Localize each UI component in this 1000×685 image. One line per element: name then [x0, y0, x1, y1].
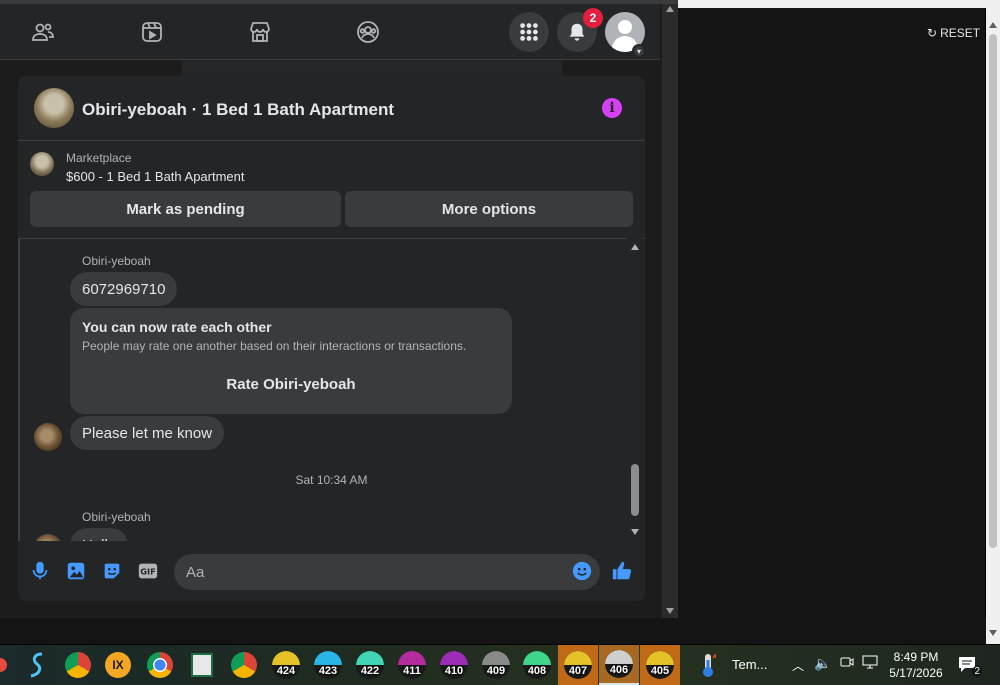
taskbar-gauge-406[interactable]: 406 — [599, 645, 639, 685]
sender-name-2: Obiri-yeboah — [82, 510, 151, 524]
volume-icon[interactable]: 🔈 — [814, 655, 831, 672]
taskbar-gauge-407[interactable]: 407 — [558, 645, 598, 685]
window-edge — [678, 0, 1000, 8]
taskbar-gauge-408[interactable]: 408 — [517, 645, 557, 685]
chat-window: Obiri-yeboah · 1 Bed 1 Bath Apartment i … — [18, 76, 645, 601]
reset-button[interactable]: ↻ RESET — [927, 26, 980, 40]
chat-scroll-thumb[interactable] — [631, 464, 639, 516]
notification-badge: 2 — [583, 8, 603, 28]
info-icon[interactable]: i — [602, 98, 622, 118]
chat-scroll-down-icon[interactable] — [631, 529, 639, 535]
message-timestamp: Sat 10:34 AM — [295, 473, 368, 487]
taskbar-gauge-411[interactable]: 411 — [392, 645, 432, 685]
chat-title[interactable]: Obiri-yeboah · 1 Bed 1 Bath Apartment — [82, 100, 394, 120]
clock-time: 8:49 PM — [893, 650, 939, 664]
listing-title[interactable]: $600 - 1 Bed 1 Bath Apartment — [66, 169, 245, 184]
taskbar-chrome-icon[interactable] — [140, 645, 180, 685]
marketplace-listing-bar: Marketplace $600 - 1 Bed 1 Bath Apartmen… — [18, 142, 645, 238]
emoji-icon[interactable] — [570, 559, 594, 583]
notifications-button[interactable]: 2 — [557, 8, 603, 52]
message-bubble-hello[interactable]: Hello — [70, 528, 129, 541]
sticker-icon[interactable] — [100, 559, 124, 583]
chat-scrollbar[interactable] — [627, 238, 643, 541]
clock-date: 5/17/2026 — [889, 666, 943, 680]
scroll-up-arrow-icon[interactable] — [666, 6, 674, 12]
grid-icon — [520, 23, 538, 41]
taskbar-app-script-icon[interactable] — [18, 645, 58, 685]
thumbs-up-icon[interactable] — [610, 559, 634, 583]
sender-avatar-2[interactable] — [34, 534, 62, 541]
screen: 2 ▾ Obiri-yeboah · 1 Bed 1 Bath Apartmen… — [0, 0, 1000, 685]
browser-window: 2 ▾ Obiri-yeboah · 1 Bed 1 Bath Apartmen… — [0, 0, 678, 618]
taskbar-gauge-423[interactable]: 423 — [308, 645, 348, 685]
watch-icon[interactable] — [138, 18, 166, 46]
thermometer-icon[interactable] — [690, 645, 726, 685]
reset-label: RESET — [940, 26, 981, 40]
network-icon[interactable] — [862, 655, 880, 672]
friends-icon[interactable] — [29, 18, 57, 46]
taskbar-app-partial[interactable] — [0, 645, 10, 685]
rate-card-title: You can now rate each other — [82, 319, 272, 335]
message-bubble-phone[interactable]: 6072969710 — [70, 272, 178, 306]
message-list: Obiri-yeboah 6072969710 You can now rate… — [18, 238, 645, 541]
taskbar-gauge-405[interactable]: 405 — [640, 645, 680, 685]
message-list-border — [18, 239, 20, 541]
marketplace-icon[interactable] — [246, 18, 274, 46]
sender-name: Obiri-yeboah — [82, 254, 151, 268]
facebook-nav-bar: 2 ▾ — [0, 4, 660, 60]
sender-avatar[interactable] — [34, 423, 62, 451]
taskbar: IX 424 423 422 411 410 409 408 407 406 4… — [0, 645, 1000, 685]
svg-text:GIF: GIF — [140, 567, 155, 577]
weather-label[interactable]: Tem... — [732, 657, 767, 672]
page-scrollbar[interactable] — [987, 18, 999, 640]
message-bubble-please[interactable]: Please let me know — [70, 416, 225, 450]
taskbar-spreadsheet-icon[interactable] — [182, 645, 222, 685]
browser-scrollbar[interactable] — [662, 4, 678, 618]
photo-icon[interactable] — [64, 559, 88, 583]
listing-thumbnail[interactable] — [30, 152, 54, 176]
taskbar-gauge-422[interactable]: 422 — [350, 645, 390, 685]
camera-icon[interactable] — [840, 655, 854, 672]
chat-scroll-up-icon[interactable] — [631, 244, 639, 250]
side-panel — [678, 8, 985, 618]
rate-card: You can now rate each other People may r… — [70, 308, 512, 414]
marketplace-label: Marketplace — [66, 151, 132, 165]
groups-icon[interactable] — [354, 18, 382, 46]
page-background — [0, 618, 986, 644]
gif-icon[interactable]: GIF — [136, 559, 160, 583]
action-center-icon[interactable]: 2 — [958, 655, 982, 677]
mark-as-pending-button[interactable]: Mark as pending — [30, 191, 341, 227]
taskbar-chrome-profile-icon[interactable] — [58, 645, 98, 685]
system-clock[interactable]: 8:49 PM 5/17/2026 — [884, 649, 948, 681]
page-scroll-down-icon[interactable] — [989, 630, 997, 636]
rate-user-button[interactable]: Rate Obiri-yeboah — [82, 366, 500, 402]
action-center-count: 2 — [972, 666, 982, 677]
chat-avatar[interactable] — [34, 88, 74, 128]
menu-grid-button[interactable] — [509, 12, 549, 52]
microphone-icon[interactable] — [28, 559, 52, 583]
taskbar-gauge-410[interactable]: 410 — [434, 645, 474, 685]
chat-header: Obiri-yeboah · 1 Bed 1 Bath Apartment i — [18, 76, 645, 141]
message-composer: GIF — [18, 541, 645, 601]
scroll-down-arrow-icon[interactable] — [666, 608, 674, 614]
chevron-down-icon[interactable]: ▾ — [632, 44, 646, 58]
message-input[interactable] — [174, 554, 600, 590]
taskbar-gauge-409[interactable]: 409 — [476, 645, 516, 685]
page-scroll-up-icon[interactable] — [989, 22, 997, 28]
taskbar-gauge-424[interactable]: 424 — [266, 645, 306, 685]
rate-card-subtitle: People may rate one another based on the… — [82, 339, 467, 353]
taskbar-ix-app-icon[interactable]: IX — [98, 645, 138, 685]
chevron-up-icon[interactable]: ︿ — [792, 657, 804, 674]
more-options-button[interactable]: More options — [345, 191, 633, 227]
refresh-icon: ↻ — [927, 26, 938, 40]
page-scroll-thumb[interactable] — [989, 34, 997, 548]
taskbar-chrome-r-icon[interactable] — [224, 645, 264, 685]
